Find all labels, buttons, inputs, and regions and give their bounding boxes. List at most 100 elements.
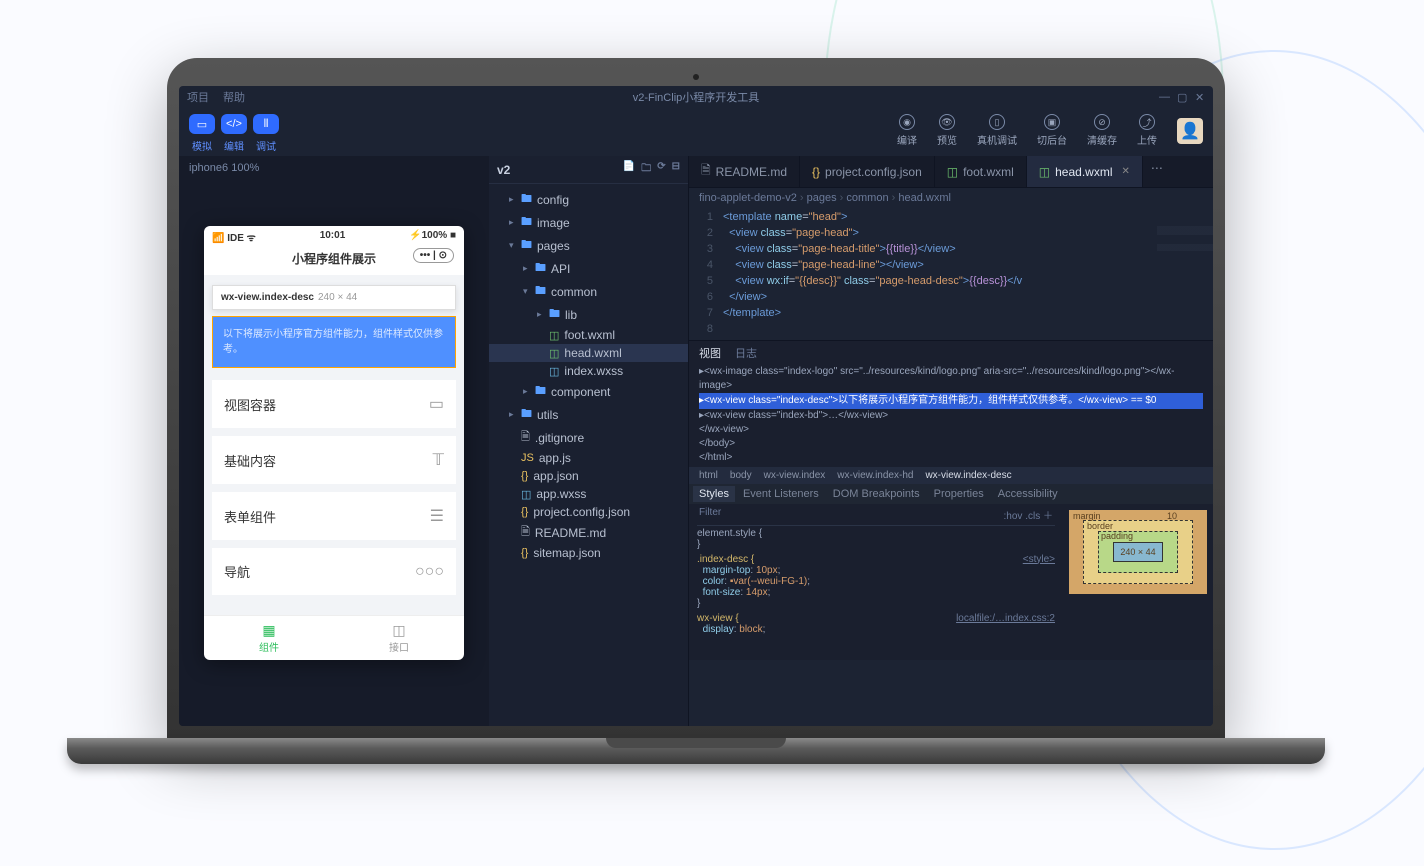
tab-foot[interactable]: ◫foot.wxml (935, 156, 1027, 187)
subtab-dombp[interactable]: DOM Breakpoints (833, 488, 920, 500)
folder-config[interactable]: ▸🖿config (489, 188, 688, 211)
laptop-frame: 项目 帮助 v2-FinClip小程序开发工具 — ▢ ✕ ▭ </> ⫴ 模拟… (167, 58, 1225, 764)
file-sitemap[interactable]: {}sitemap.json (489, 544, 688, 562)
folder-api[interactable]: ▸🖿API (489, 257, 688, 280)
code-editor[interactable]: 1<template name="head"> 2 <view class="p… (689, 208, 1213, 340)
styles-pane[interactable]: Filter:hov .cls ＋ element.style {} <styl… (689, 504, 1063, 660)
action-preview[interactable]: 👁预览 (937, 114, 957, 147)
json-icon: {} (521, 506, 528, 518)
tabs-more-icon[interactable]: ⋯ (1143, 156, 1171, 187)
list-icon: ☰ (430, 506, 444, 526)
folder-icon: 🖿 (521, 236, 532, 255)
phone-icon: ▯ (989, 114, 1005, 130)
wxml-icon: ◫ (947, 165, 958, 179)
folder-common[interactable]: ▾🖿common (489, 280, 688, 303)
pill-debugger[interactable]: ⫴ (253, 114, 279, 134)
box-content-size: 240 × 44 (1113, 542, 1163, 562)
file-appjson[interactable]: {}app.json (489, 467, 688, 485)
styles-filter[interactable]: Filter (699, 507, 721, 522)
file-explorer: v2 📄 🗀 ⟳ ⊟ ▸🖿config ▸🖿image ▾🖿pages ▸🖿AP… (489, 156, 689, 726)
dom-selected-node[interactable]: ▸<wx-view class="index-desc">以下将展示小程序官方组… (699, 393, 1203, 409)
avatar[interactable]: 👤 (1177, 118, 1203, 144)
eye-icon: 👁 (939, 114, 955, 130)
grid-icon: ▦ (204, 622, 334, 639)
subtab-styles[interactable]: Styles (693, 486, 735, 502)
styles-hov[interactable]: :hov .cls ＋ (1004, 507, 1053, 522)
pill-simulator[interactable]: ▭ (189, 114, 215, 134)
subtab-a11y[interactable]: Accessibility (998, 488, 1058, 500)
folder-component[interactable]: ▸🖿component (489, 380, 688, 403)
collapse-icon[interactable]: ⊟ (672, 161, 680, 178)
subtab-props[interactable]: Properties (934, 488, 984, 500)
refresh-icon[interactable]: ⟳ (657, 161, 665, 178)
folder-image[interactable]: ▸🖿image (489, 211, 688, 234)
pill-editor[interactable]: </> (221, 114, 247, 134)
file-readme[interactable]: 🗎README.md (489, 521, 688, 544)
editor-column: 🗎README.md {}project.config.json ◫foot.w… (689, 156, 1213, 726)
action-background[interactable]: ▣切后台 (1037, 114, 1067, 147)
new-file-icon[interactable]: 📄 (623, 161, 635, 178)
page-title: 小程序组件展示 ••• | ⊙ (204, 246, 464, 275)
action-compile[interactable]: ◉编译 (897, 114, 917, 147)
folder-icon: 🖿 (521, 405, 532, 424)
minimize-icon[interactable]: — (1159, 91, 1169, 103)
devtools-tab-log[interactable]: 日志 (735, 345, 757, 361)
simulator-device-info: iphone6 100% (179, 156, 489, 180)
status-battery: ⚡100% ■ (409, 230, 456, 244)
action-upload[interactable]: ⤴上传 (1137, 114, 1157, 147)
file-gitignore[interactable]: 🗎.gitignore (489, 426, 688, 449)
file-index-wxss[interactable]: ◫index.wxss (489, 362, 688, 380)
tab-head[interactable]: ◫head.wxml✕ (1027, 156, 1143, 187)
tabbar-api[interactable]: ◫接口 (334, 616, 464, 660)
folder-icon: 🖿 (521, 190, 532, 209)
list-item[interactable]: 表单组件☰ (212, 492, 456, 540)
explorer-root[interactable]: v2 (497, 163, 510, 177)
file-project-config[interactable]: {}project.config.json (489, 503, 688, 521)
maximize-icon[interactable]: ▢ (1177, 91, 1187, 104)
list-item[interactable]: 导航○○○ (212, 548, 456, 595)
folder-pages[interactable]: ▾🖿pages (489, 234, 688, 257)
tab-readme[interactable]: 🗎README.md (689, 156, 800, 187)
chip-icon: ◫ (334, 622, 464, 639)
folder-utils[interactable]: ▸🖿utils (489, 403, 688, 426)
devtools-tab-view[interactable]: 视图 (699, 345, 721, 361)
devtools-panel: 视图 日志 ▸<wx-image class="index-logo" src=… (689, 340, 1213, 660)
breadcrumb: fino-applet-demo-v2pagescommonhead.wxml (689, 188, 1213, 208)
close-icon[interactable]: ✕ (1195, 91, 1205, 104)
dom-breadcrumb: html body wx-view.index wx-view.index-hd… (689, 467, 1213, 484)
more-icon: ○○○ (415, 563, 444, 581)
highlighted-element[interactable]: 以下将展示小程序官方组件能力，组件样式仅供参考。 (212, 316, 456, 368)
subtab-events[interactable]: Event Listeners (743, 488, 819, 500)
minimap[interactable] (1157, 226, 1213, 316)
upload-icon: ⤴ (1139, 114, 1155, 130)
folder-icon: 🖿 (535, 282, 546, 301)
menu-project[interactable]: 项目 (187, 89, 209, 105)
wxml-icon: ◫ (549, 347, 559, 360)
md-icon: 🗎 (521, 523, 530, 542)
dom-tree[interactable]: ▸<wx-image class="index-logo" src="../re… (689, 363, 1213, 467)
file-appjs[interactable]: JSapp.js (489, 449, 688, 467)
folder-icon: 🖿 (521, 213, 532, 232)
file-appwxss[interactable]: ◫app.wxss (489, 485, 688, 503)
toolbar: ▭ </> ⫴ 模拟器 编辑器 调试器 ◉编译 👁预览 ▯真机调试 ▣切后台 (179, 108, 1213, 156)
md-icon: 🗎 (701, 161, 711, 182)
list-item[interactable]: 基础内容𝕋 (212, 436, 456, 484)
new-folder-icon[interactable]: 🗀 (641, 161, 651, 178)
action-clear[interactable]: ⊘清缓存 (1087, 114, 1117, 147)
wxml-icon: ◫ (549, 329, 559, 342)
folder-lib[interactable]: ▸🖿lib (489, 303, 688, 326)
menu-help[interactable]: 帮助 (223, 89, 245, 105)
action-remote[interactable]: ▯真机调试 (977, 114, 1017, 147)
json-icon: {} (521, 547, 528, 559)
capsule-button[interactable]: ••• | ⊙ (413, 248, 454, 263)
tab-config[interactable]: {}project.config.json (800, 156, 935, 187)
tabbar-components[interactable]: ▦组件 (204, 616, 334, 660)
file-foot-wxml[interactable]: ◫foot.wxml (489, 326, 688, 344)
file-icon: 🗎 (521, 428, 530, 447)
menubar: 项目 帮助 v2-FinClip小程序开发工具 — ▢ ✕ (179, 86, 1213, 108)
tab-close-icon[interactable]: ✕ (1121, 166, 1129, 177)
container-icon: ▭ (429, 394, 444, 414)
file-head-wxml[interactable]: ◫head.wxml (489, 344, 688, 362)
window-title: v2-FinClip小程序开发工具 (633, 89, 760, 105)
list-item[interactable]: 视图容器▭ (212, 380, 456, 428)
